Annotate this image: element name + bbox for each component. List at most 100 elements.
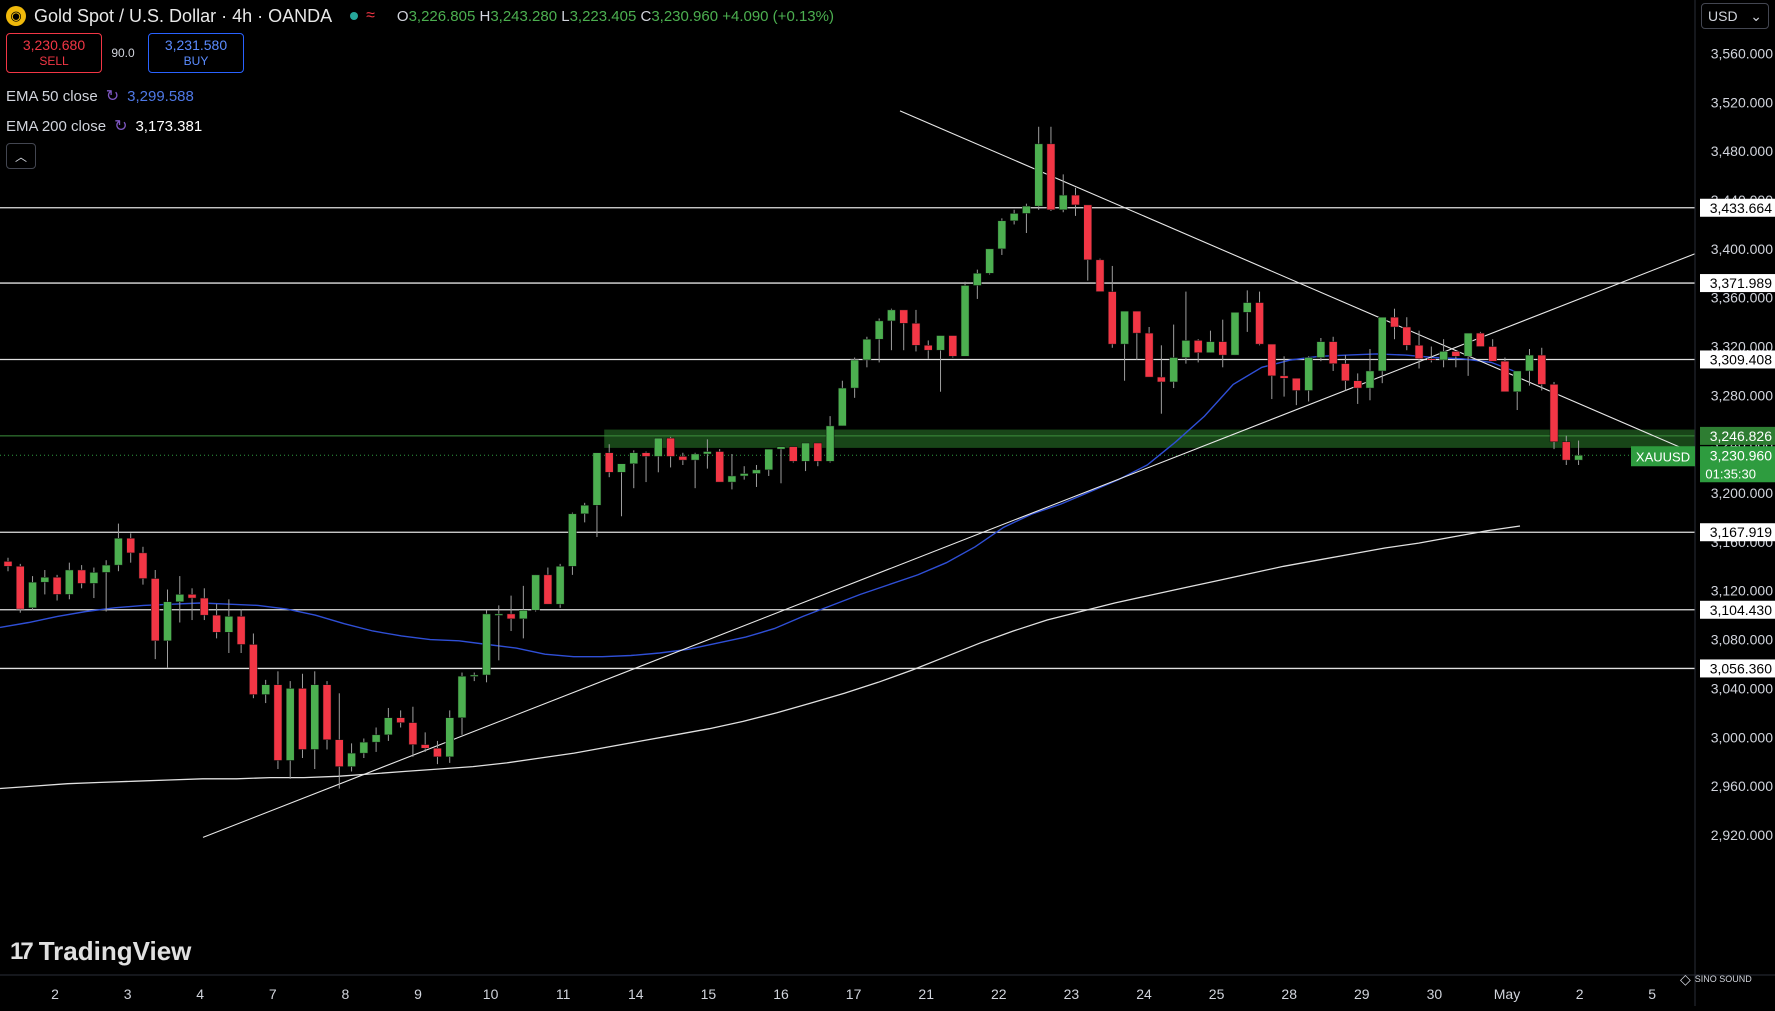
high-label: H bbox=[479, 7, 491, 25]
buy-button[interactable]: 3,231.580 BUY bbox=[148, 33, 244, 73]
candle-body bbox=[543, 574, 553, 605]
candle-body bbox=[457, 675, 467, 718]
candle-body bbox=[126, 537, 135, 554]
indicator-ema50[interactable]: EMA 50 close ↻ 3,299.588 bbox=[6, 86, 194, 106]
candle-body bbox=[1500, 360, 1510, 392]
y-tick-label: 3,400.000 bbox=[1711, 241, 1773, 257]
last-price-label: 3,230.960 bbox=[1710, 447, 1772, 463]
candle-body bbox=[1377, 316, 1387, 372]
candle-body bbox=[1316, 341, 1326, 358]
candle-body bbox=[531, 574, 540, 611]
candle-body bbox=[825, 425, 835, 462]
candle-body bbox=[28, 581, 37, 609]
candle-body bbox=[1095, 259, 1105, 292]
y-tick-label: 3,280.000 bbox=[1711, 387, 1773, 403]
candle-body bbox=[1476, 332, 1485, 347]
candle-body bbox=[114, 537, 123, 566]
candle-body bbox=[874, 320, 884, 340]
candle-body bbox=[1341, 363, 1350, 381]
candle-body bbox=[580, 505, 589, 515]
x-tick-label: 2 bbox=[1576, 986, 1584, 1002]
candle-body bbox=[1206, 341, 1215, 353]
level-price-label: 3,433.664 bbox=[1710, 200, 1772, 216]
candle-body bbox=[347, 752, 356, 767]
chart-area[interactable]: 2,920.000 2,960.000 3,000.000 3,040.000 3,08… bbox=[0, 0, 1775, 1006]
candle-body bbox=[16, 566, 25, 610]
sell-price: 3,230.680 bbox=[22, 37, 86, 53]
candle-body bbox=[654, 437, 663, 457]
open-value: 3,226.805 bbox=[408, 7, 476, 25]
candle-body bbox=[89, 572, 99, 584]
candle-body bbox=[715, 451, 724, 483]
candle-body bbox=[1525, 354, 1534, 372]
ema50-label: EMA 50 close bbox=[6, 87, 98, 105]
candle-body bbox=[911, 323, 921, 346]
gold-coin-icon: ◉ bbox=[6, 6, 26, 26]
candle-body bbox=[359, 741, 369, 754]
buy-price: 3,231.580 bbox=[164, 37, 228, 53]
candle-body bbox=[1009, 213, 1019, 222]
y-tick-label: 3,040.000 bbox=[1711, 680, 1773, 696]
candle-body bbox=[1120, 310, 1129, 345]
candle-body bbox=[936, 335, 945, 351]
corner-brand-text: SINO SOUND bbox=[1694, 974, 1752, 984]
diamond-logo-icon: ◇ bbox=[1680, 971, 1691, 987]
candle-body bbox=[273, 684, 283, 761]
x-tick-label: 29 bbox=[1354, 986, 1370, 1002]
x-tick-label: 14 bbox=[628, 986, 644, 1002]
candle-body bbox=[65, 569, 74, 595]
candle-body bbox=[1157, 376, 1166, 383]
sell-button[interactable]: 3,230.680 SELL bbox=[6, 33, 102, 73]
candle-body bbox=[727, 475, 737, 483]
candle-body bbox=[801, 442, 810, 462]
candle-body bbox=[1181, 340, 1191, 358]
symbol-header: ◉ Gold Spot / U.S. Dollar · 4h · OANDA ≈… bbox=[6, 4, 834, 28]
candle-body bbox=[249, 644, 258, 695]
tradingview-mark-icon: 17 bbox=[10, 937, 34, 965]
low-value: 3,223.405 bbox=[569, 7, 637, 25]
close-label: C bbox=[640, 7, 652, 25]
y-tick-label: 3,200.000 bbox=[1711, 485, 1773, 501]
x-tick-label: 11 bbox=[556, 986, 571, 1002]
candle-body bbox=[764, 448, 773, 471]
market-open-dot-icon bbox=[350, 12, 359, 20]
candle-body bbox=[310, 684, 319, 750]
low-label: L bbox=[561, 7, 570, 25]
candle-body bbox=[1071, 194, 1080, 206]
candle-body bbox=[838, 387, 847, 427]
candle-body bbox=[298, 688, 307, 750]
candle-body bbox=[1562, 441, 1571, 461]
candle-body bbox=[470, 674, 479, 677]
candle-body bbox=[1169, 357, 1178, 383]
x-tick-label: 24 bbox=[1136, 986, 1152, 1002]
price-chart[interactable]: 2,920.000 2,960.000 3,000.000 3,040.000 3,08… bbox=[0, 0, 1775, 1006]
candle-body bbox=[985, 248, 994, 274]
candle-body bbox=[592, 452, 602, 506]
spread-value: 90.0 bbox=[111, 46, 135, 60]
candle-body bbox=[1353, 380, 1362, 389]
change-value: +4.090 (+0.13%) bbox=[722, 7, 834, 25]
candle-body bbox=[1574, 454, 1583, 461]
collapse-indicators-button[interactable]: ︿ bbox=[6, 143, 36, 169]
candle-body bbox=[408, 722, 418, 745]
y-tick-label: 3,480.000 bbox=[1711, 143, 1773, 159]
candle-body bbox=[101, 564, 111, 573]
indicator-ema200[interactable]: EMA 200 close ↻ 3,173.381 bbox=[6, 116, 202, 136]
y-tick-label: 3,120.000 bbox=[1711, 583, 1773, 599]
candle-body bbox=[1451, 351, 1461, 357]
candle-body bbox=[445, 717, 454, 758]
close-value: 3,230.960 bbox=[651, 7, 719, 25]
candle-body bbox=[482, 613, 491, 676]
x-tick-label: 10 bbox=[483, 986, 499, 1002]
candle-body bbox=[641, 452, 651, 457]
candle-body bbox=[997, 220, 1007, 250]
chart-background bbox=[0, 0, 1775, 1006]
candle-body bbox=[678, 456, 688, 461]
ohlc-readout: O3,226.805 H3,243.280 L3,223.405 C3,230.… bbox=[397, 8, 834, 25]
zone-price-label: 3,246.826 bbox=[1710, 428, 1772, 444]
currency-selector[interactable]: USD ⌄ bbox=[1701, 3, 1769, 29]
candle-body bbox=[163, 601, 172, 642]
symbol-title[interactable]: Gold Spot / U.S. Dollar · 4h · OANDA bbox=[34, 6, 332, 27]
symbol-tag-label: XAUUSD bbox=[1636, 449, 1690, 464]
candle-body bbox=[960, 285, 970, 357]
